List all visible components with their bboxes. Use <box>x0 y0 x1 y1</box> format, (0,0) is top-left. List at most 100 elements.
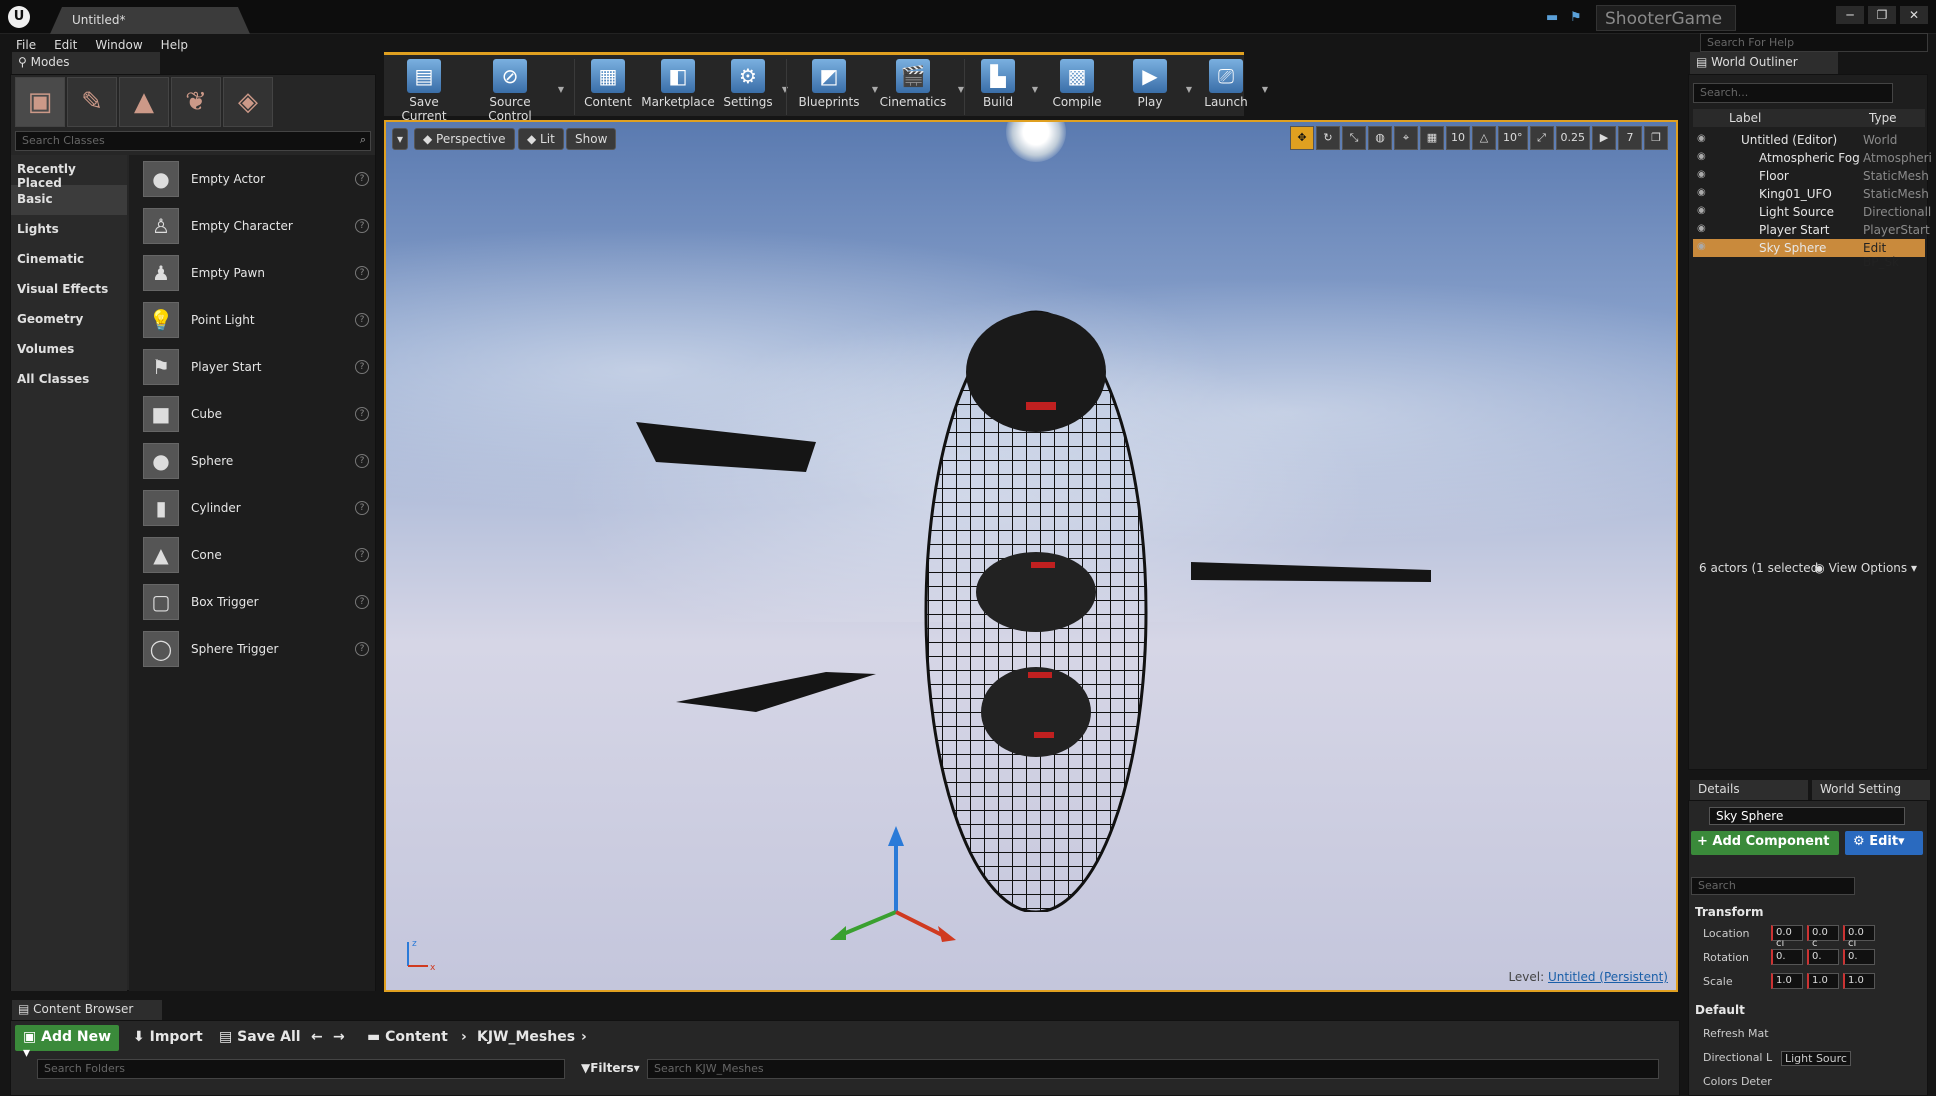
globe-icon[interactable]: ◍ <box>1368 126 1392 150</box>
show-button[interactable]: Show <box>566 128 617 150</box>
class-item[interactable]: ▲ Cone? <box>129 531 375 578</box>
eye-icon[interactable]: ◉ <box>1697 151 1706 162</box>
folder-search-input[interactable]: Search Folders <box>37 1059 565 1079</box>
viewport-options-button[interactable]: ▾ <box>392 128 409 150</box>
document-tab[interactable]: Untitled* <box>50 7 250 34</box>
chevron-down-icon[interactable]: ▼ <box>558 85 564 94</box>
save-current-button[interactable]: ▤ Save Current <box>388 59 460 123</box>
details-search-input[interactable]: Search <box>1691 877 1855 895</box>
settings-button[interactable]: ⚙ Settings ▼ <box>720 59 788 115</box>
help-icon[interactable]: ? <box>355 641 369 656</box>
menu-edit[interactable]: Edit <box>54 38 77 52</box>
category-volumes[interactable]: Volumes <box>11 335 127 365</box>
class-item[interactable]: ♙ Empty Character? <box>129 202 375 249</box>
content-browser-tab[interactable]: ▤ Content Browser <box>12 1000 162 1020</box>
class-item[interactable]: ■ Cube? <box>129 390 375 437</box>
help-icon[interactable]: ? <box>355 453 369 468</box>
play-button[interactable]: ▶ Play ▼ <box>1120 59 1192 115</box>
help-icon[interactable]: ? <box>355 500 369 515</box>
outliner-search-input[interactable]: Search... <box>1693 83 1893 103</box>
class-item[interactable]: ● Sphere? <box>129 437 375 484</box>
eye-icon[interactable]: ◉ <box>1697 241 1706 252</box>
forward-icon[interactable]: → <box>333 1029 345 1045</box>
category-geometry[interactable]: Geometry <box>11 305 127 335</box>
default-section[interactable]: Default <box>1695 1003 1745 1017</box>
transform-section[interactable]: Transform <box>1695 905 1763 919</box>
save-all-button[interactable]: ▤ Save All <box>219 1029 301 1045</box>
grid-snap-value[interactable]: 10 <box>1446 126 1470 150</box>
landscape-mode-icon[interactable]: ▲ <box>119 77 169 127</box>
help-icon[interactable]: ? <box>355 218 369 233</box>
translate-icon[interactable]: ✥ <box>1290 126 1314 150</box>
rotation-label[interactable]: Rotation <box>1703 951 1749 964</box>
rotate-icon[interactable]: ↻ <box>1316 126 1340 150</box>
level-viewport[interactable]: ▾ ◆ Perspective ◆ Lit Show ✥ ↻ ⤡ ◍ ⌖ ▦ 1… <box>384 120 1678 992</box>
breadcrumb-kjw-meshes[interactable]: KJW_Meshes <box>477 1029 575 1045</box>
perspective-button[interactable]: ◆ Perspective <box>414 128 515 150</box>
compile-button[interactable]: ▩ Compile <box>1048 59 1106 115</box>
category-visual-effects[interactable]: Visual Effects <box>11 275 127 305</box>
help-search-input[interactable]: Search For Help <box>1700 33 1928 52</box>
help-icon[interactable]: ? <box>355 594 369 609</box>
breadcrumb-content[interactable]: ▬ Content <box>367 1029 448 1045</box>
launch-button[interactable]: ⎚ Launch ▼ <box>1196 59 1268 115</box>
type-column-header[interactable]: Type <box>1869 111 1897 125</box>
place-mode-icon[interactable]: ▣ <box>15 77 65 127</box>
label-column-header[interactable]: Label <box>1729 111 1761 125</box>
class-search-input[interactable]: Search Classes ⌕ <box>15 131 371 151</box>
chevron-down-icon[interactable]: ▼ <box>1186 85 1192 94</box>
close-icon[interactable]: ✕ <box>1900 6 1928 24</box>
outliner-row[interactable]: ◉ Untitled (Editor) World <box>1693 131 1925 149</box>
modes-tab[interactable]: ⚲ Modes <box>12 52 160 74</box>
eye-icon[interactable]: ◉ <box>1697 133 1706 144</box>
grid-snap-icon[interactable]: ▦ <box>1420 126 1444 150</box>
edit-blueprint-button[interactable]: ⚙ Edit▾ <box>1845 831 1923 855</box>
class-item[interactable]: ♟ Empty Pawn? <box>129 249 375 296</box>
class-item[interactable]: ● Empty Actor? <box>129 155 375 202</box>
help-icon[interactable]: ? <box>355 359 369 374</box>
world-settings-tab[interactable]: World Setting <box>1812 780 1930 800</box>
outliner-row[interactable]: ◉ Atmospheric Fog Atmospheri <box>1693 149 1932 167</box>
class-item[interactable]: 💡 Point Light? <box>129 296 375 343</box>
chevron-down-icon[interactable]: ▼ <box>1262 85 1268 94</box>
chat-icon[interactable]: ▬ <box>1546 10 1562 25</box>
lit-button[interactable]: ◆ Lit <box>518 128 564 150</box>
help-icon[interactable]: ? <box>355 406 369 421</box>
location-label[interactable]: Location <box>1703 927 1750 940</box>
scale-snap-icon[interactable]: ⤢ <box>1529 126 1554 150</box>
filters-button[interactable]: ▼Filters▾ <box>581 1061 640 1075</box>
maximize-viewport-icon[interactable]: ❐ <box>1644 126 1668 150</box>
help-icon[interactable]: ? <box>355 171 369 186</box>
rotation-snap-value[interactable]: 10° <box>1498 126 1528 150</box>
world-outliner-tab[interactable]: ▤ World Outliner <box>1690 52 1838 74</box>
scale-label[interactable]: Scale <box>1703 975 1733 988</box>
directional-light-dropdown[interactable]: Light Sourc <box>1781 1051 1851 1066</box>
blueprints-button[interactable]: ◩ Blueprints ▼ <box>792 59 878 115</box>
class-item[interactable]: ⚑ Player Start? <box>129 343 375 390</box>
minimize-icon[interactable]: ─ <box>1836 6 1864 24</box>
class-item[interactable]: ◯ Sphere Trigger? <box>129 625 375 672</box>
category-cinematic[interactable]: Cinematic <box>11 245 127 275</box>
menu-window[interactable]: Window <box>95 38 142 52</box>
build-button[interactable]: ▙ Build ▼ <box>970 59 1038 115</box>
help-icon[interactable]: ? <box>355 312 369 327</box>
foliage-mode-icon[interactable]: ❦ <box>171 77 221 127</box>
source-control-button[interactable]: ⊘ Source Control ▼ <box>468 59 564 123</box>
class-item[interactable]: ▮ Cylinder? <box>129 484 375 531</box>
outliner-row[interactable]: ◉ Player Start PlayerStart <box>1693 221 1930 239</box>
actor-name-field[interactable]: Sky Sphere <box>1709 807 1905 825</box>
content-button[interactable]: ▦ Content <box>580 59 636 115</box>
category-recently-placed[interactable]: Recently Placed <box>11 155 127 190</box>
cinematics-button[interactable]: 🎬 Cinematics ▼ <box>874 59 964 115</box>
paint-mode-icon[interactable]: ✎ <box>67 77 117 127</box>
camera-speed-icon[interactable]: ▶ <box>1592 126 1616 150</box>
maximize-icon[interactable]: ❐ <box>1868 6 1896 24</box>
help-icon[interactable]: ? <box>355 547 369 562</box>
outliner-row[interactable]: ◉ King01_UFO StaticMesh <box>1693 185 1929 203</box>
chevron-down-icon[interactable]: ▼ <box>1032 85 1038 94</box>
geometry-mode-icon[interactable]: ◈ <box>223 77 273 127</box>
rotation-snap-icon[interactable]: △ <box>1472 126 1496 150</box>
class-item[interactable]: ▢ Box Trigger? <box>129 578 375 625</box>
menu-file[interactable]: File <box>16 38 36 52</box>
outliner-row[interactable]: ◉ Light Source Directionall <box>1693 203 1931 221</box>
